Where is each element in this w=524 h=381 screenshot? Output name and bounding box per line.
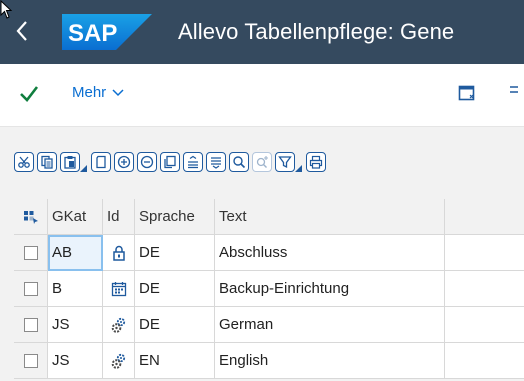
- dropdown-arrow-icon: [295, 165, 302, 172]
- table-row[interactable]: B DE Backup-Einrichtung: [14, 271, 524, 307]
- align-justify-icon: [211, 157, 221, 169]
- remove-row-icon: [140, 155, 154, 169]
- empty-cell: [445, 235, 524, 271]
- cell-gkat[interactable]: JS: [48, 307, 103, 343]
- remove-row-button[interactable]: [137, 152, 157, 172]
- cut-icon: [18, 156, 30, 168]
- row-checkbox[interactable]: [23, 245, 38, 260]
- cell-gkat[interactable]: JS: [48, 343, 103, 379]
- cell-text[interactable]: English: [215, 343, 445, 379]
- table-header-row: GKat Id Sprache Text: [14, 199, 524, 235]
- row-checkbox[interactable]: [23, 281, 38, 296]
- cell-id[interactable]: [103, 307, 135, 343]
- cell-sprache[interactable]: EN: [135, 343, 215, 379]
- back-icon[interactable]: [8, 14, 36, 48]
- gears-icon: [111, 353, 125, 369]
- table-row[interactable]: AB DE Abschluss: [14, 235, 524, 271]
- cell-sprache[interactable]: DE: [135, 235, 215, 271]
- empty-header-cell: [445, 199, 524, 235]
- cell-id[interactable]: [103, 235, 135, 271]
- row-select-cell[interactable]: [14, 271, 48, 307]
- row-checkbox[interactable]: [23, 317, 38, 332]
- align-justify-button[interactable]: [206, 152, 226, 172]
- search-icon: [233, 156, 246, 169]
- add-row-button[interactable]: [114, 152, 134, 172]
- paste-dropdown[interactable]: [80, 152, 87, 172]
- column-header-sprache[interactable]: Sprache: [135, 199, 215, 235]
- sap-logo[interactable]: SAP: [62, 14, 152, 50]
- align-center-icon: [188, 155, 198, 169]
- gears-icon: [111, 317, 125, 333]
- row-checkbox[interactable]: [23, 353, 38, 368]
- page-title: Allevo Tabellenpflege: Gene: [178, 19, 455, 44]
- cell-gkat[interactable]: B: [48, 271, 103, 307]
- sap-logo-text: SAP: [68, 20, 117, 47]
- empty-cell: [445, 307, 524, 343]
- checkmark-icon[interactable]: [18, 82, 40, 104]
- more-button[interactable]: Mehr: [72, 84, 124, 101]
- cell-text[interactable]: Backup-Einrichtung: [215, 271, 445, 307]
- empty-cell: [445, 271, 524, 307]
- print-button[interactable]: [306, 152, 326, 172]
- new-page-button[interactable]: [91, 152, 111, 172]
- empty-cell: [445, 343, 524, 379]
- calendar-icon: [111, 281, 126, 296]
- print-icon: [309, 155, 323, 169]
- select-layout-icon: [23, 210, 38, 224]
- table-row[interactable]: JS DE German: [14, 307, 524, 343]
- paste-button[interactable]: [60, 152, 80, 172]
- column-header-text[interactable]: Text: [215, 199, 445, 235]
- column-header-gkat[interactable]: GKat: [48, 199, 103, 235]
- lock-icon: [112, 245, 125, 261]
- cell-id[interactable]: [103, 343, 135, 379]
- search-next-button[interactable]: [252, 152, 272, 172]
- add-row-icon: [117, 155, 131, 169]
- cell-text[interactable]: Abschluss: [215, 235, 445, 271]
- dropdown-arrow-icon: [80, 165, 87, 172]
- align-center-button[interactable]: [183, 152, 203, 172]
- row-select-cell[interactable]: [14, 343, 48, 379]
- column-header-id[interactable]: Id: [103, 199, 135, 235]
- copy-button[interactable]: [37, 152, 57, 172]
- cell-sprache[interactable]: DE: [135, 271, 215, 307]
- more-button-label: Mehr: [72, 84, 107, 101]
- new-window-icon[interactable]: [458, 84, 476, 102]
- paste-icon: [64, 156, 76, 169]
- row-select-cell[interactable]: [14, 307, 48, 343]
- select-all-cell[interactable]: [14, 199, 48, 235]
- copy-icon: [41, 155, 53, 169]
- settings-icon[interactable]: [508, 84, 524, 102]
- new-page-icon: [96, 155, 106, 169]
- shell-bar: SAP Allevo Tabellenpflege: Gene: [0, 0, 524, 64]
- search-button[interactable]: [229, 152, 249, 172]
- filter-dropdown[interactable]: [295, 152, 302, 172]
- cell-gkat[interactable]: AB: [48, 235, 103, 271]
- cell-sprache[interactable]: DE: [135, 307, 215, 343]
- cell-id[interactable]: [103, 271, 135, 307]
- cell-text[interactable]: German: [215, 307, 445, 343]
- duplicate-icon: [164, 155, 176, 169]
- row-select-cell[interactable]: [14, 235, 48, 271]
- chevron-down-icon: [112, 88, 124, 96]
- table-row[interactable]: JS EN English: [14, 343, 524, 379]
- search-next-icon: [256, 156, 268, 168]
- cut-button[interactable]: [14, 152, 34, 172]
- duplicate-button[interactable]: [160, 152, 180, 172]
- alv-toolbar: [14, 150, 329, 174]
- filter-button[interactable]: [275, 152, 295, 172]
- filter-icon: [278, 156, 292, 169]
